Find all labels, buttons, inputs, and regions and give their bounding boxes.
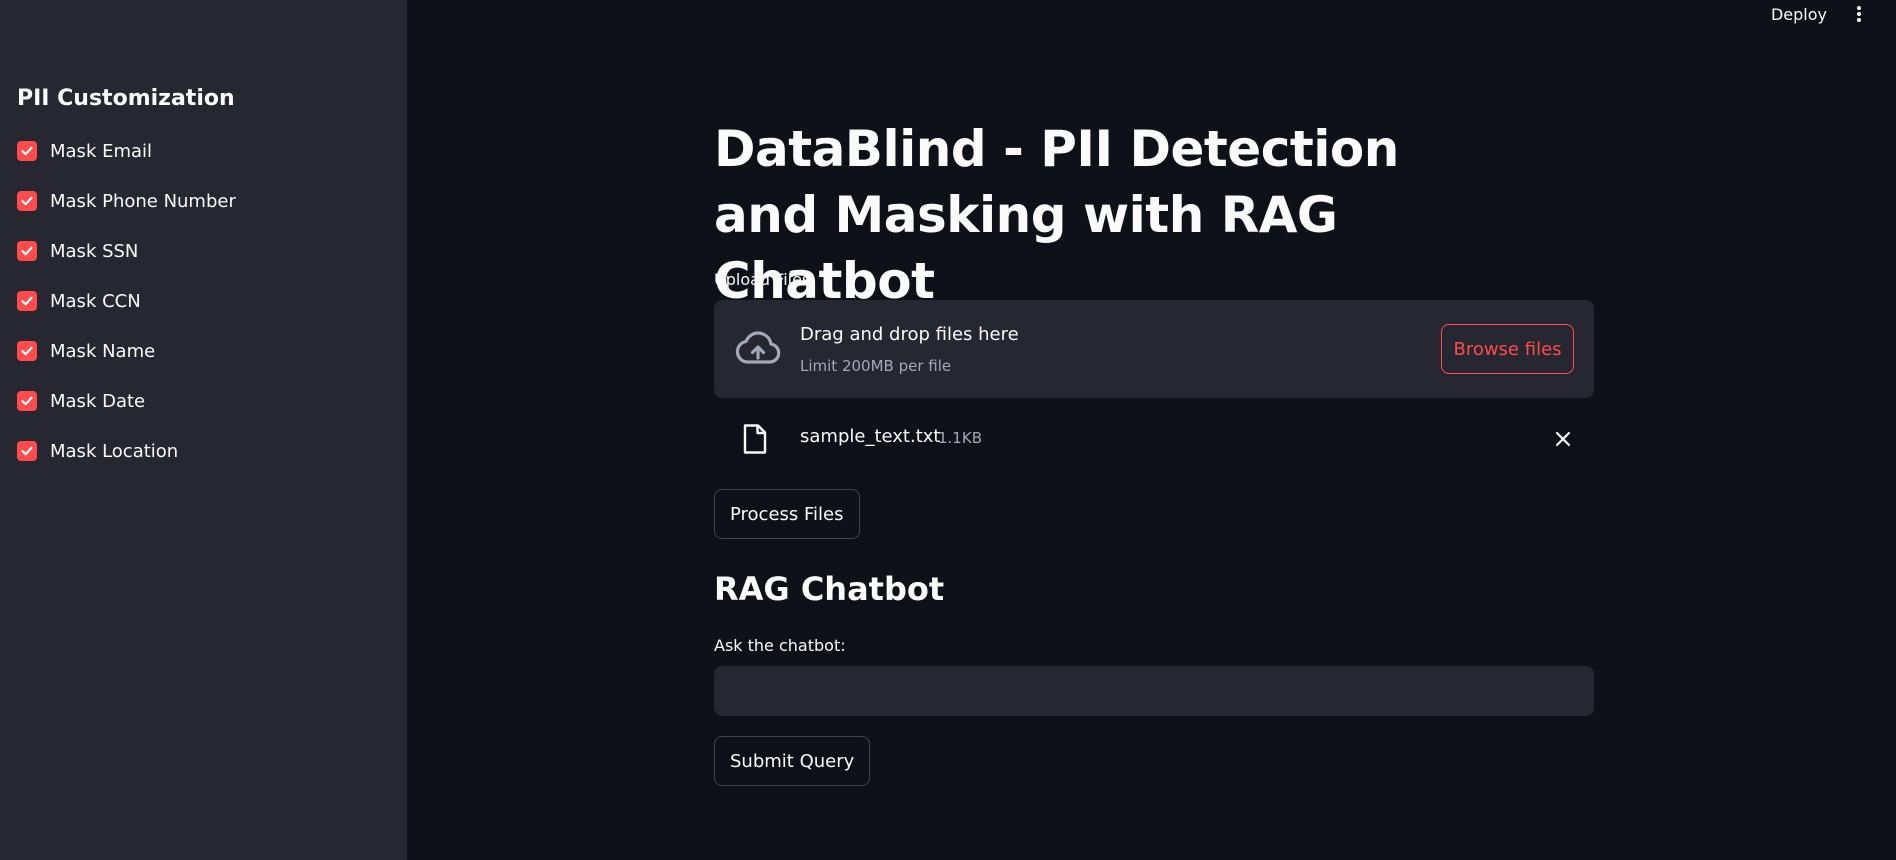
sidebar-title: PII Customization [17, 86, 235, 111]
sidebar: PII Customization Mask Email Mask Phone … [0, 0, 407, 860]
dropzone-instructions: Drag and drop files here [800, 324, 1019, 345]
checkbox-checked-icon[interactable] [17, 241, 37, 261]
cloud-upload-icon [734, 329, 782, 369]
checkbox-label: Mask Phone Number [50, 190, 236, 212]
checkbox-label: Mask Name [50, 340, 156, 362]
close-icon[interactable] [1552, 428, 1574, 450]
checkbox-checked-icon[interactable] [17, 341, 37, 361]
checkbox-mask-ccn[interactable]: Mask CCN [17, 287, 141, 315]
checkbox-checked-icon[interactable] [17, 141, 37, 161]
checkbox-checked-icon[interactable] [17, 391, 37, 411]
chatbot-query-input[interactable] [714, 666, 1594, 716]
checkbox-mask-ssn[interactable]: Mask SSN [17, 237, 138, 265]
checkbox-mask-date[interactable]: Mask Date [17, 387, 145, 415]
checkbox-mask-name[interactable]: Mask Name [17, 337, 155, 365]
upload-label: Upload Files [714, 270, 811, 289]
checkbox-checked-icon[interactable] [17, 191, 37, 211]
deploy-button[interactable]: Deploy [1760, 1, 1838, 27]
submit-query-button[interactable]: Submit Query [714, 736, 871, 786]
checkbox-label: Mask Email [50, 140, 153, 162]
checkbox-checked-icon[interactable] [17, 291, 37, 311]
checkbox-mask-location[interactable]: Mask Location [17, 437, 178, 465]
file-icon [742, 423, 768, 455]
browse-files-button[interactable]: Browse files [1441, 324, 1574, 374]
app-root: PII Customization Mask Email Mask Phone … [0, 0, 1896, 860]
kebab-vertical-icon[interactable] [1848, 2, 1870, 26]
uploaded-file-row: sample_text.txt 1.1KB [714, 416, 1594, 460]
checkbox-checked-icon[interactable] [17, 441, 37, 461]
checkbox-label: Mask Location [50, 440, 179, 462]
checkbox-label: Mask Date [50, 390, 146, 412]
checkbox-mask-email[interactable]: Mask Email [17, 137, 152, 165]
process-files-button[interactable]: Process Files [714, 489, 860, 539]
checkbox-label: Mask CCN [50, 290, 141, 312]
page-title: DataBlind - PII Detection and Masking wi… [714, 120, 1399, 310]
chatbot-section-title: RAG Chatbot [714, 570, 945, 608]
file-name: sample_text.txt [800, 426, 941, 447]
chatbot-input-label: Ask the chatbot: [714, 636, 846, 655]
file-size: 1.1KB [938, 429, 982, 447]
dropzone-limit: Limit 200MB per file [800, 357, 952, 375]
checkbox-mask-phone-number[interactable]: Mask Phone Number [17, 187, 236, 215]
file-dropzone[interactable]: Drag and drop files here Limit 200MB per… [714, 300, 1594, 398]
checkbox-label: Mask SSN [50, 240, 139, 262]
